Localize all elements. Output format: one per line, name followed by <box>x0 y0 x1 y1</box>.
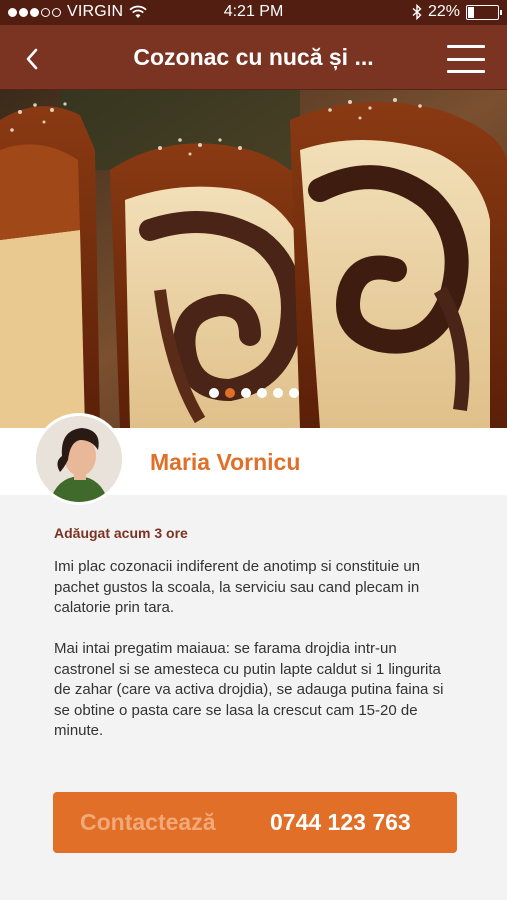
pager-dot[interactable] <box>240 388 251 398</box>
description-paragraph: Imi plac cozonacii indiferent de anotimp… <box>54 558 421 616</box>
battery-percent: 22% <box>427 3 460 20</box>
pager-dot[interactable] <box>208 388 219 398</box>
menu-button[interactable] <box>447 45 485 73</box>
avatar-photo <box>36 416 122 502</box>
pager-dot[interactable] <box>288 388 299 398</box>
avatar[interactable] <box>33 413 125 505</box>
chevron-left-icon <box>26 48 38 70</box>
page-title: Cozonac cu nucă și ... <box>133 44 374 70</box>
back-button[interactable] <box>14 41 50 77</box>
battery-icon <box>466 4 502 20</box>
contact-phone: 0744 123 763 <box>270 809 411 835</box>
nav-bar: Cozonac cu nucă și ... <box>0 25 507 90</box>
pager-dot[interactable] <box>272 388 283 398</box>
recipe-photo[interactable] <box>0 90 507 428</box>
pager-dot[interactable] <box>224 388 235 398</box>
cozonac-image <box>0 90 507 428</box>
pager-dot[interactable] <box>256 388 267 398</box>
bluetooth-icon <box>412 4 422 20</box>
contact-button[interactable]: Contactează 0744 123 763 <box>53 792 457 853</box>
author-portrait-image <box>36 416 122 502</box>
status-right: 22% <box>412 3 502 21</box>
gallery-pager[interactable] <box>0 388 507 398</box>
contact-label: Contactează <box>80 809 216 835</box>
added-timestamp: Adăugat acum 3 ore <box>54 525 188 541</box>
author-name[interactable]: Maria Vornicu <box>150 449 300 476</box>
description-paragraph: Mai intai pregatim maiaua: se farama dro… <box>54 640 444 739</box>
status-bar: VIRGIN 4:21 PM 22% <box>0 0 507 25</box>
hamburger-menu-icon <box>447 45 485 48</box>
battery-level <box>468 6 474 18</box>
